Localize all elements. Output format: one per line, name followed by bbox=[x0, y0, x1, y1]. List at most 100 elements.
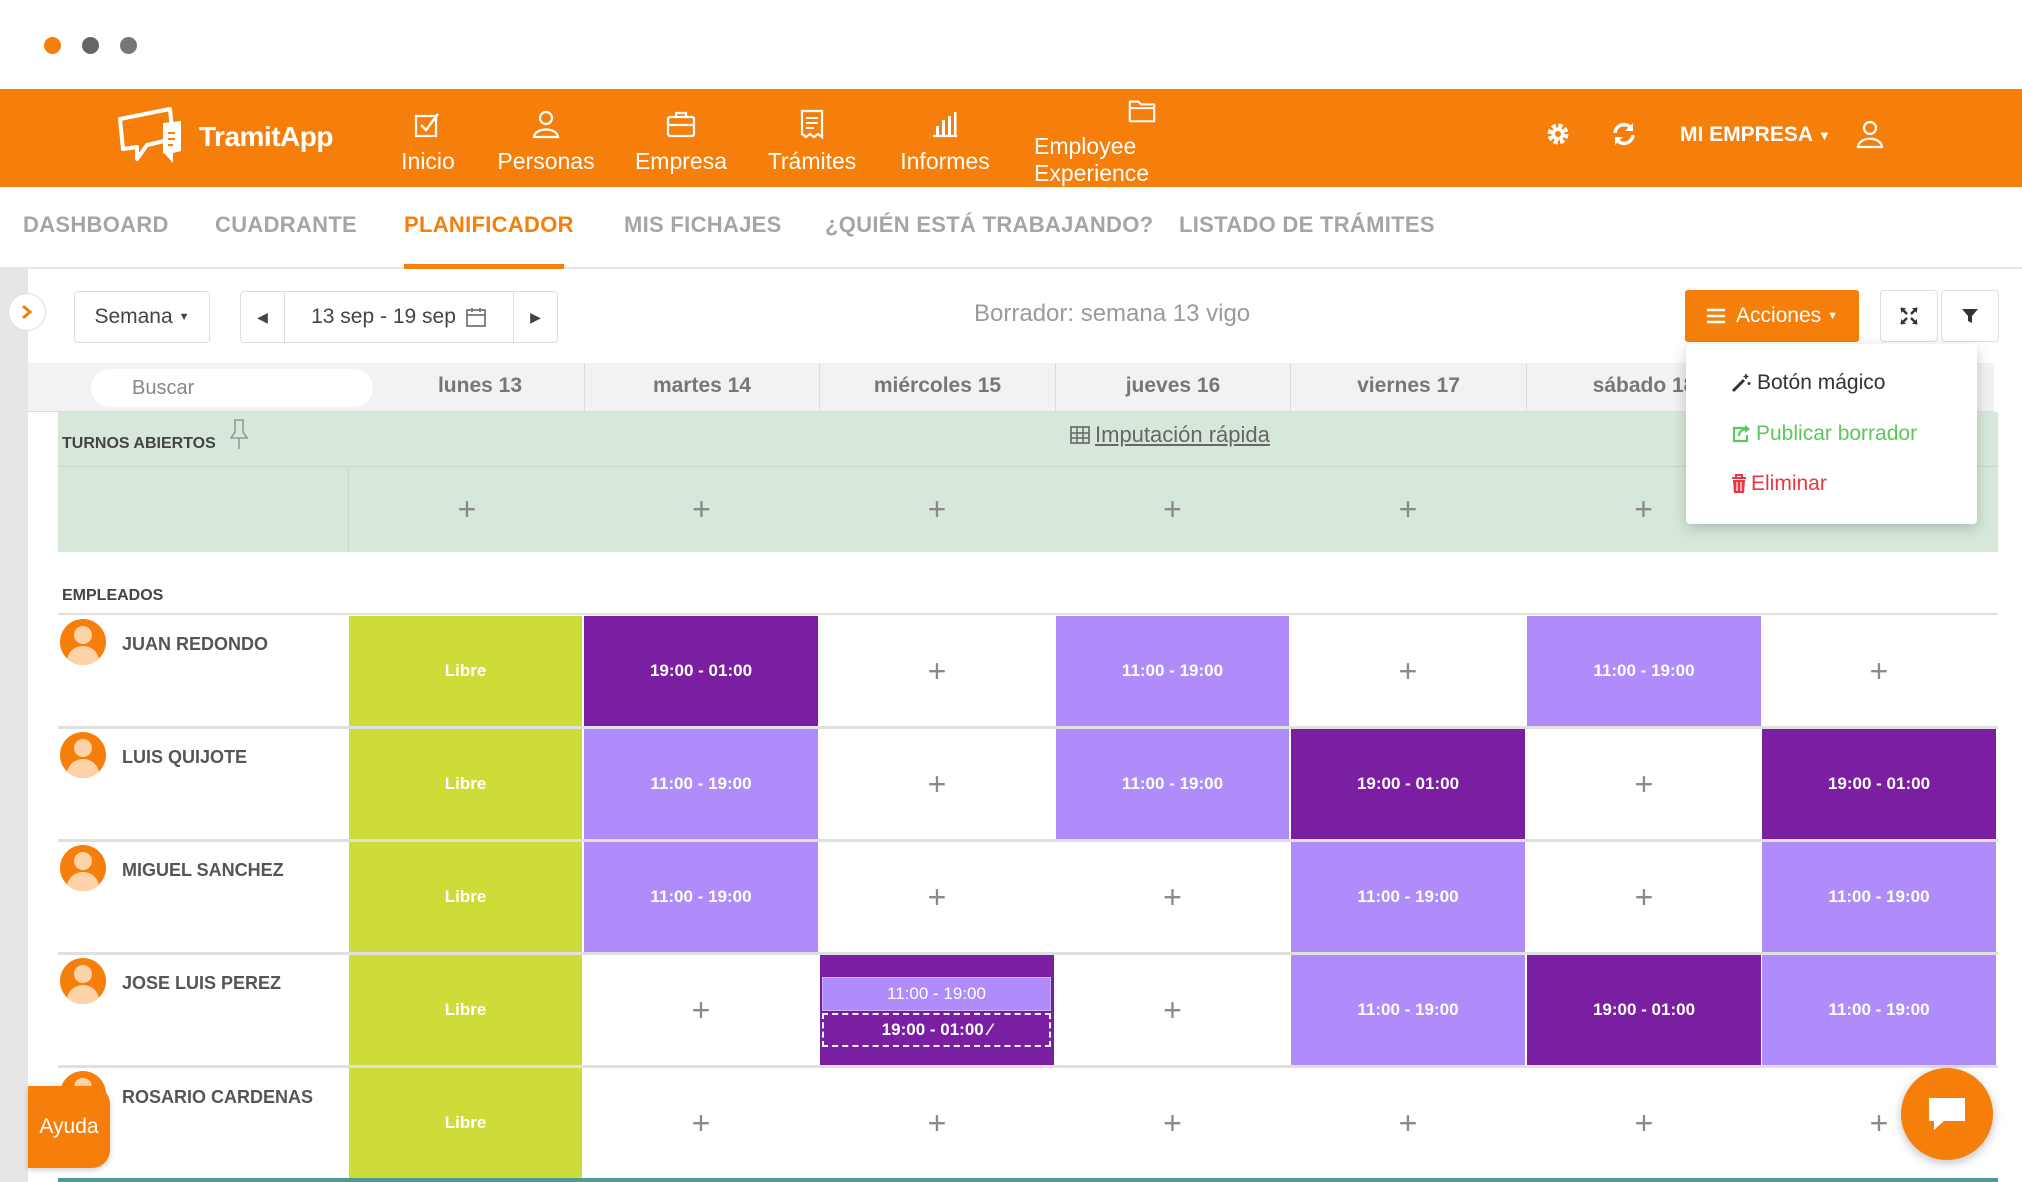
free-day-cell[interactable]: Libre bbox=[349, 729, 582, 839]
nav-inicio[interactable]: Inicio bbox=[396, 89, 460, 187]
gear-icon[interactable] bbox=[1545, 121, 1571, 147]
menu-item-delete[interactable]: Eliminar bbox=[1731, 472, 1827, 496]
checkbox-icon bbox=[414, 112, 439, 137]
brand-logo[interactable]: TramitApp bbox=[115, 101, 335, 173]
nav-personas[interactable]: Personas bbox=[497, 89, 595, 187]
share-icon bbox=[1732, 425, 1750, 443]
add-open-shift-button[interactable]: + bbox=[819, 467, 1055, 552]
nav-label: Inicio bbox=[401, 147, 455, 174]
shift-label[interactable]: 11:00 - 19:00 bbox=[822, 977, 1051, 1011]
add-shift-button[interactable]: + bbox=[820, 1068, 1054, 1178]
trash-icon bbox=[1732, 474, 1746, 493]
help-button[interactable]: Ayuda bbox=[28, 1086, 110, 1168]
company-menu[interactable]: MI EMPRESA ▼ bbox=[1680, 123, 1831, 147]
day-header-2: martes 14 bbox=[584, 363, 819, 412]
nav-empresa[interactable]: Empresa bbox=[634, 89, 728, 187]
add-shift-button[interactable]: + bbox=[1056, 1068, 1289, 1178]
menu-item-magic-button[interactable]: Botón mágico bbox=[1731, 371, 1885, 395]
window-maximize-dot[interactable] bbox=[120, 37, 137, 54]
free-day-cell[interactable]: Libre bbox=[349, 1068, 582, 1178]
add-shift-button[interactable]: + bbox=[1056, 842, 1289, 952]
pin-icon[interactable] bbox=[230, 418, 248, 450]
add-shift-button[interactable]: + bbox=[1527, 1068, 1761, 1178]
shift-cell[interactable]: 11:00 - 19:00 bbox=[1762, 955, 1996, 1065]
shift-cell[interactable]: 11:00 - 19:00 bbox=[1291, 955, 1525, 1065]
shift-cell[interactable]: 11:00 - 19:00 bbox=[1527, 616, 1761, 726]
user-profile-icon[interactable] bbox=[1856, 119, 1884, 149]
nav-employee-experience[interactable]: Employee Experience bbox=[1034, 89, 1250, 187]
add-open-shift-button[interactable]: + bbox=[584, 467, 819, 552]
employee-name[interactable]: ROSARIO CARDENAS bbox=[122, 1087, 313, 1108]
sub-navigation: DASHBOARD CUADRANTE PLANIFICADOR MIS FIC… bbox=[0, 187, 2022, 269]
employee-name[interactable]: MIGUEL SANCHEZ bbox=[122, 860, 284, 881]
add-shift-button[interactable]: + bbox=[1056, 955, 1289, 1065]
employee-name[interactable]: LUIS QUIJOTE bbox=[122, 747, 247, 768]
refresh-icon[interactable] bbox=[1611, 121, 1637, 147]
window-close-dot[interactable] bbox=[44, 37, 61, 54]
add-shift-button[interactable]: + bbox=[820, 729, 1054, 839]
add-open-shift-button[interactable]: + bbox=[350, 467, 584, 552]
shift-cell[interactable]: 11:00 - 19:00 bbox=[584, 729, 818, 839]
view-select[interactable]: Semana ▼ bbox=[74, 291, 210, 343]
shift-cell[interactable]: 11:00 - 19:00 bbox=[1291, 842, 1525, 952]
shift-cell[interactable]: 19:00 - 01:00 bbox=[1762, 729, 1996, 839]
quick-entry-link[interactable]: Imputación rápida bbox=[1070, 422, 1270, 448]
actions-label: Acciones bbox=[1735, 304, 1822, 327]
employee-search-input[interactable]: Buscar bbox=[91, 369, 373, 407]
shift-cell-stacked[interactable]: 11:00 - 19:00 19:00 - 01:00 ⁄ bbox=[820, 955, 1054, 1065]
tab-mis-fichajes[interactable]: MIS FICHAJES bbox=[624, 187, 782, 269]
date-range-picker[interactable]: 13 sep - 19 sep bbox=[285, 305, 513, 329]
actions-button[interactable]: Acciones ▼ bbox=[1685, 290, 1859, 342]
day-header-3: miércoles 15 bbox=[819, 363, 1055, 412]
divider bbox=[348, 466, 349, 552]
fullscreen-button[interactable] bbox=[1880, 290, 1938, 342]
prev-week-button[interactable]: ◀ bbox=[241, 292, 285, 342]
draft-shift-label[interactable]: 19:00 - 01:00 ⁄ bbox=[822, 1013, 1051, 1047]
nav-tramites[interactable]: Trámites bbox=[766, 89, 858, 187]
filter-button[interactable] bbox=[1941, 290, 1999, 342]
shift-cell[interactable]: 19:00 - 01:00 bbox=[1291, 729, 1525, 839]
add-open-shift-button[interactable]: + bbox=[1055, 467, 1290, 552]
add-shift-button[interactable]: + bbox=[584, 955, 818, 1065]
company-name: MI EMPRESA bbox=[1680, 123, 1814, 146]
free-day-cell[interactable]: Libre bbox=[349, 955, 582, 1065]
add-shift-button[interactable]: + bbox=[820, 842, 1054, 952]
add-shift-button[interactable]: + bbox=[1291, 616, 1525, 726]
bar-chart-icon bbox=[933, 111, 957, 137]
tab-planificador[interactable]: PLANIFICADOR bbox=[404, 187, 574, 269]
avatar bbox=[60, 732, 106, 778]
shift-cell[interactable]: 19:00 - 01:00 bbox=[1527, 955, 1761, 1065]
next-week-button[interactable]: ▶ bbox=[513, 292, 557, 342]
tab-cuadrante[interactable]: CUADRANTE bbox=[215, 187, 357, 269]
add-shift-button[interactable]: + bbox=[1291, 1068, 1525, 1178]
shift-cell[interactable]: 19:00 - 01:00 bbox=[584, 616, 818, 726]
tab-listado-tramites[interactable]: LISTADO DE TRÁMITES bbox=[1179, 187, 1435, 269]
menu-item-label: Publicar borrador bbox=[1756, 422, 1918, 445]
add-shift-button[interactable]: + bbox=[1527, 842, 1761, 952]
tab-dashboard[interactable]: DASHBOARD bbox=[23, 187, 169, 269]
menu-item-publish-draft[interactable]: Publicar borrador bbox=[1731, 422, 1917, 446]
add-shift-button[interactable]: + bbox=[820, 616, 1054, 726]
logo-chat-icon bbox=[118, 107, 181, 163]
add-shift-button[interactable]: + bbox=[1527, 729, 1761, 839]
folder-icon bbox=[1128, 100, 1156, 123]
sidebar-toggle-button[interactable] bbox=[8, 293, 46, 331]
employee-name[interactable]: JUAN REDONDO bbox=[122, 634, 268, 655]
free-day-cell[interactable]: Libre bbox=[349, 616, 582, 726]
chat-button[interactable] bbox=[1901, 1068, 1993, 1160]
table-icon bbox=[1070, 426, 1090, 444]
shift-cell[interactable]: 11:00 - 19:00 bbox=[1056, 729, 1289, 839]
shift-cell[interactable]: 11:00 - 19:00 bbox=[1056, 616, 1289, 726]
free-day-cell[interactable]: Libre bbox=[349, 842, 582, 952]
window-minimize-dot[interactable] bbox=[82, 37, 99, 54]
tab-quien-esta-trabajando[interactable]: ¿QUIÉN ESTÁ TRABAJANDO? bbox=[825, 187, 1153, 269]
shift-cell[interactable]: 11:00 - 19:00 bbox=[1762, 842, 1996, 952]
add-shift-button[interactable]: + bbox=[584, 1068, 818, 1178]
shift-cell[interactable]: 11:00 - 19:00 bbox=[584, 842, 818, 952]
add-shift-button[interactable]: + bbox=[1762, 616, 1996, 726]
magic-wand-icon bbox=[1731, 374, 1751, 393]
employee-name[interactable]: JOSE LUIS PEREZ bbox=[122, 973, 281, 994]
add-open-shift-button[interactable]: + bbox=[1290, 467, 1526, 552]
open-shifts-label: TURNOS ABIERTOS bbox=[62, 435, 216, 452]
nav-informes[interactable]: Informes bbox=[898, 89, 992, 187]
